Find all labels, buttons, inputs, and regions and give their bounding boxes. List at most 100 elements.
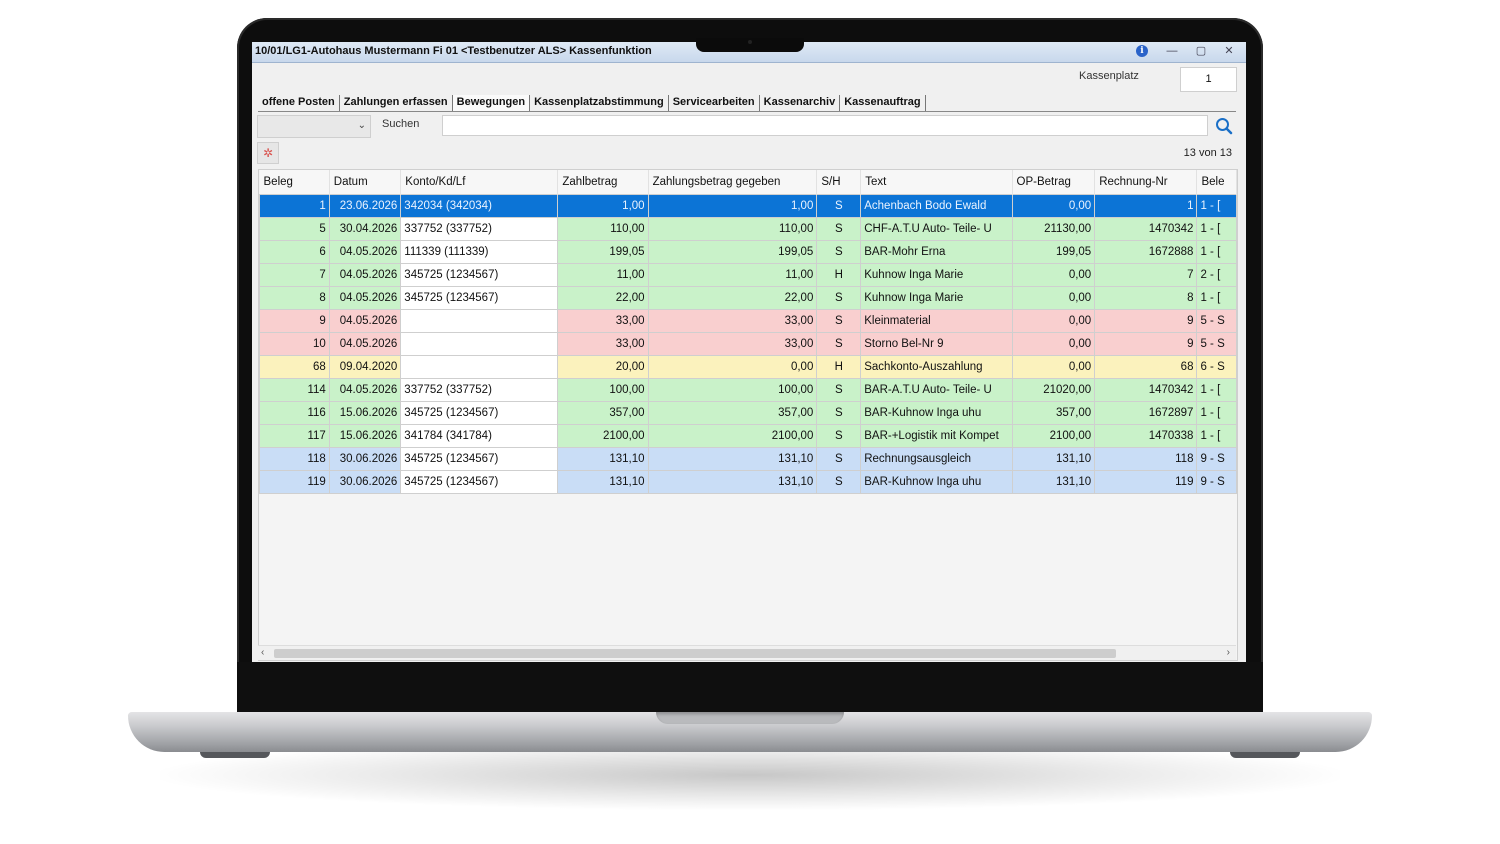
cell-text: Storno Bel-Nr 9	[860, 332, 1013, 356]
tab-bar: offene Posten Zahlungen erfassen Bewegunge…	[258, 95, 1236, 112]
cell-gegeben: 131,10	[647, 447, 818, 471]
minimize-button[interactable]: —	[1161, 44, 1183, 59]
table-row[interactable]: 7 04.05.2026 345725 (1234567) 11,00 11,00 H Ku…	[259, 263, 1237, 287]
cell-beleg: 68	[259, 355, 330, 379]
cell-bele: 1 - [	[1196, 217, 1237, 241]
column-header[interactable]: Zahlungsbetrag gegeben	[648, 170, 818, 195]
column-header[interactable]: Konto/Kd/Lf	[400, 170, 559, 195]
cell-zahl: 110,00	[557, 217, 649, 241]
cell-konto: 341784 (341784)	[400, 424, 559, 448]
cell-rech: 1470342	[1094, 217, 1198, 241]
cell-zahl: 33,00	[557, 332, 649, 356]
laptop-foot-right	[1230, 752, 1300, 758]
cell-text: BAR-A.T.U Auto- Teile- U	[860, 378, 1013, 402]
cell-rech: 118	[1094, 447, 1198, 471]
cell-gegeben: 22,00	[647, 286, 818, 310]
cell-zahl: 1,00	[557, 194, 649, 218]
column-header[interactable]: Rechnung-Nr	[1094, 170, 1198, 195]
search-button[interactable]	[1214, 116, 1234, 136]
column-header[interactable]: Bele	[1196, 170, 1237, 195]
cell-konto: 345725 (1234567)	[400, 263, 559, 287]
tab-kassenarchiv[interactable]: Kassenarchiv	[760, 95, 841, 111]
cell-rech: 68	[1094, 355, 1198, 379]
table-row[interactable]: 8 04.05.2026 345725 (1234567) 22,00 22,00 S Ku…	[259, 286, 1237, 310]
cell-beleg: 116	[259, 401, 330, 425]
tab-offene-posten[interactable]: offene Posten	[258, 95, 340, 111]
column-header[interactable]: Text	[860, 170, 1013, 195]
table-row[interactable]: 117 15.06.2026 341784 (341784) 2100,00 2100,…	[259, 424, 1237, 448]
table-row[interactable]: 10 04.05.2026 33,00 33,00 S Storno Bel-Nr 9 0,…	[259, 332, 1237, 356]
cell-bele: 1 - [	[1196, 286, 1237, 310]
table-row[interactable]: 119 30.06.2026 345725 (1234567) 131,10 131,1…	[259, 470, 1237, 494]
table-row[interactable]: 6 04.05.2026 111339 (111339) 199,05 199,05 S B…	[259, 240, 1237, 264]
table-row[interactable]: 114 04.05.2026 337752 (337752) 100,00 100,00…	[259, 378, 1237, 402]
cell-bele: 1 - [	[1196, 194, 1237, 218]
cell-sh: H	[816, 263, 862, 287]
cell-konto	[400, 355, 559, 379]
horizontal-scrollbar[interactable]: ‹ ›	[258, 645, 1236, 660]
cell-op: 0,00	[1011, 309, 1096, 333]
table-row[interactable]: 9 04.05.2026 33,00 33,00 S Kleinmaterial 0,00 9…	[259, 309, 1237, 333]
cell-datum: 15.06.2026	[328, 424, 402, 448]
info-icon[interactable]: i	[1136, 45, 1148, 57]
cell-datum: 30.06.2026	[328, 447, 402, 471]
column-header[interactable]: Zahlbetrag	[557, 170, 649, 195]
cell-beleg: 119	[259, 470, 330, 494]
cell-konto: 342034 (342034)	[400, 194, 559, 218]
tab-kassenauftrag[interactable]: Kassenauftrag	[840, 95, 926, 111]
cell-beleg: 114	[259, 378, 330, 402]
table-row[interactable]: 116 15.06.2026 345725 (1234567) 357,00 357,0…	[259, 401, 1237, 425]
cell-konto: 345725 (1234567)	[400, 401, 559, 425]
cell-gegeben: 1,00	[647, 194, 818, 218]
cell-beleg: 1	[259, 194, 330, 218]
cell-op: 357,00	[1011, 401, 1096, 425]
search-input[interactable]	[442, 115, 1208, 136]
cell-rech: 1672888	[1094, 240, 1198, 264]
tab-kassenplatzabstimmung[interactable]: Kassenplatzabstimmung	[530, 95, 669, 111]
cell-op: 21020,00	[1011, 378, 1096, 402]
chevron-right-icon[interactable]: ›	[1227, 646, 1230, 660]
laptop-foot-left	[200, 752, 270, 758]
search-icon	[1216, 118, 1233, 135]
cell-text: Kuhnow Inga Marie	[860, 263, 1013, 287]
tab-bewegungen[interactable]: Bewegungen	[452, 95, 531, 111]
cell-datum: 30.04.2026	[328, 217, 402, 241]
search-scope-dropdown[interactable]: ⌄	[257, 115, 371, 138]
cell-gegeben: 131,10	[647, 470, 818, 494]
cell-zahl: 33,00	[557, 309, 649, 333]
cell-zahl: 131,10	[557, 470, 649, 494]
tab-servicearbeiten[interactable]: Servicearbeiten	[669, 95, 760, 111]
cell-sh: S	[816, 217, 862, 241]
tab-zahlungen-erfassen[interactable]: Zahlungen erfassen	[340, 95, 453, 111]
cell-zahl: 199,05	[557, 240, 649, 264]
cell-rech: 9	[1094, 332, 1198, 356]
cell-gegeben: 100,00	[647, 378, 818, 402]
table-row[interactable]: 5 30.04.2026 337752 (337752) 110,00 110,00 S C…	[259, 217, 1237, 241]
scrollbar-thumb[interactable]	[274, 649, 1116, 658]
cell-bele: 2 - [	[1196, 263, 1237, 287]
cell-rech: 1470338	[1094, 424, 1198, 448]
maximize-button[interactable]: ▢	[1190, 44, 1212, 59]
cell-zahl: 357,00	[557, 401, 649, 425]
table-row[interactable]: 1 23.06.2026 342034 (342034) 1,00 1,00 S Achen…	[259, 194, 1237, 218]
table-row[interactable]: 118 30.06.2026 345725 (1234567) 131,10 131,1…	[259, 447, 1237, 471]
chevron-left-icon[interactable]: ‹	[261, 646, 264, 660]
cell-beleg: 117	[259, 424, 330, 448]
cell-datum: 04.05.2026	[328, 263, 402, 287]
column-header[interactable]: Datum	[329, 170, 402, 195]
table-row[interactable]: 68 09.04.2020 20,00 0,00 H Sachkonto-Auszahlu…	[259, 355, 1237, 379]
column-header[interactable]: Beleg	[259, 170, 330, 195]
filter-clear-button[interactable]: ✲	[257, 142, 279, 164]
cell-rech: 1672897	[1094, 401, 1198, 425]
cell-rech: 9	[1094, 309, 1198, 333]
column-header[interactable]: S/H	[816, 170, 862, 195]
record-count: 13 von 13	[1183, 147, 1232, 159]
cell-sh: H	[816, 355, 862, 379]
close-button[interactable]: ✕	[1218, 44, 1240, 59]
cell-beleg: 9	[259, 309, 330, 333]
cell-bele: 5 - S	[1196, 309, 1237, 333]
kassenplatz-field[interactable]: 1	[1180, 67, 1237, 92]
column-header[interactable]: OP-Betrag	[1012, 170, 1096, 195]
cell-datum: 04.05.2026	[328, 332, 402, 356]
cell-text: Achenbach Bodo Ewald	[860, 194, 1013, 218]
